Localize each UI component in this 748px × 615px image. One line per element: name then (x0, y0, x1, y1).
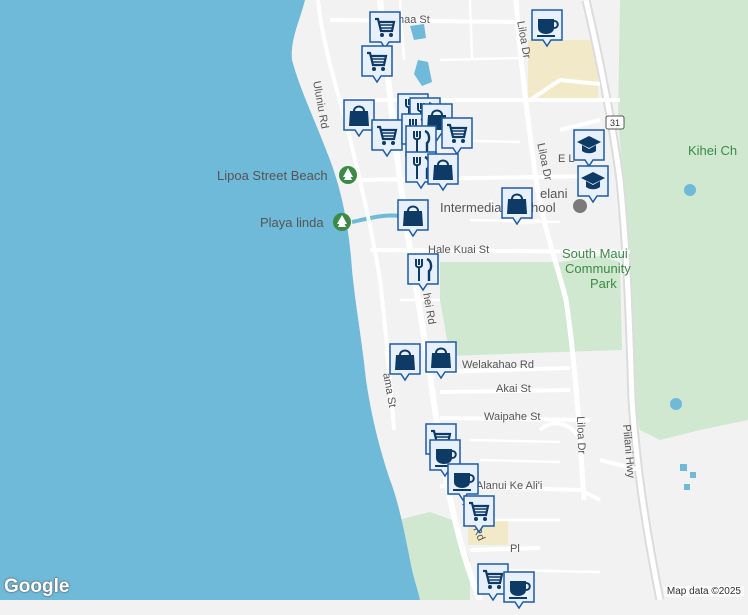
pond (690, 472, 696, 478)
pond (684, 484, 690, 490)
street-label: Akai St (496, 383, 531, 395)
svg-text:31: 31 (610, 118, 620, 128)
park-pin-icon[interactable] (339, 166, 357, 184)
park-pin-icon[interactable] (333, 213, 351, 231)
shopping-bag-marker-icon[interactable] (500, 186, 534, 226)
street-label: Waipahe St (484, 411, 541, 423)
sand-area (528, 40, 598, 98)
park-label-line-2: Community (565, 261, 631, 276)
shopping-bag-marker-icon[interactable] (426, 152, 460, 192)
map-attribution[interactable]: Map data ©2025 (663, 586, 744, 597)
shopping-cart-marker-icon[interactable] (462, 494, 496, 534)
street-label: Welakahao Rd (462, 359, 534, 371)
shopping-bag-marker-icon[interactable] (388, 342, 422, 382)
shopping-cart-marker-icon[interactable] (360, 44, 394, 84)
shopping-bag-marker-icon[interactable] (396, 198, 430, 238)
street-label: haa St (398, 14, 430, 26)
street-label: Pl (510, 543, 520, 555)
pond (684, 184, 696, 196)
coffee-cup-marker-icon[interactable] (530, 8, 564, 48)
shopping-cart-marker-icon[interactable] (440, 116, 474, 156)
park-label-line-1: South Maui (562, 246, 628, 261)
pond (680, 464, 687, 471)
coffee-cup-marker-icon[interactable] (502, 570, 536, 610)
lipoa-street-beach-label: Lipoa Street Beach (217, 168, 328, 183)
school-label-top: elani (540, 186, 568, 201)
playa-linda-label: Playa linda (260, 215, 324, 230)
pond (670, 398, 682, 410)
restaurant-marker-icon[interactable] (406, 252, 440, 292)
street-label: Liloa Dr (574, 416, 588, 455)
school-label: Intermediate School (440, 200, 556, 215)
shopping-bag-marker-icon[interactable] (424, 340, 458, 380)
school-cap-marker-icon[interactable] (576, 164, 610, 204)
park-label-line-3: Park (590, 276, 617, 291)
street-label: Alanui Ke Ali'i (476, 480, 543, 492)
school-cap-marker-icon[interactable] (572, 128, 606, 168)
map-canvas[interactable]: 31 (0, 0, 748, 600)
highway-shield: 31 (605, 115, 625, 130)
park-area-east (618, 0, 748, 440)
google-logo: Google (4, 576, 70, 597)
shopping-cart-marker-icon[interactable] (370, 118, 404, 158)
kihei-ch-label: Kihei Ch (688, 143, 738, 158)
